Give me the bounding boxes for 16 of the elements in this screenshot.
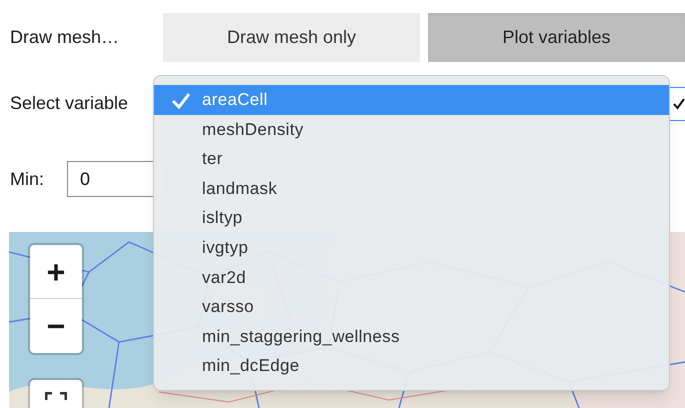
check-icon <box>673 98 685 110</box>
menu-item[interactable]: varsso <box>154 292 669 322</box>
zoom-in-button[interactable]: + <box>30 245 82 299</box>
menu-item[interactable]: min_dcEdge <box>154 351 669 381</box>
zoom-out-button[interactable]: − <box>30 299 82 353</box>
toggle-button[interactable]: Plot variables <box>428 12 685 62</box>
menu-item[interactable]: meshDensity <box>154 114 669 144</box>
mode-label: Draw mesh… <box>10 26 120 48</box>
menu-item[interactable]: ivgtyp <box>154 232 669 263</box>
menu-item[interactable]: min_staggering_wellness <box>154 322 669 352</box>
check-icon <box>171 92 191 109</box>
menu-item[interactable]: isltyp <box>154 203 669 233</box>
toggle-button[interactable]: Draw mesh only <box>163 12 420 62</box>
menu-item[interactable]: var2d <box>154 262 669 292</box>
field-label: Select variable <box>10 92 128 115</box>
min-label: Min: <box>10 168 46 190</box>
